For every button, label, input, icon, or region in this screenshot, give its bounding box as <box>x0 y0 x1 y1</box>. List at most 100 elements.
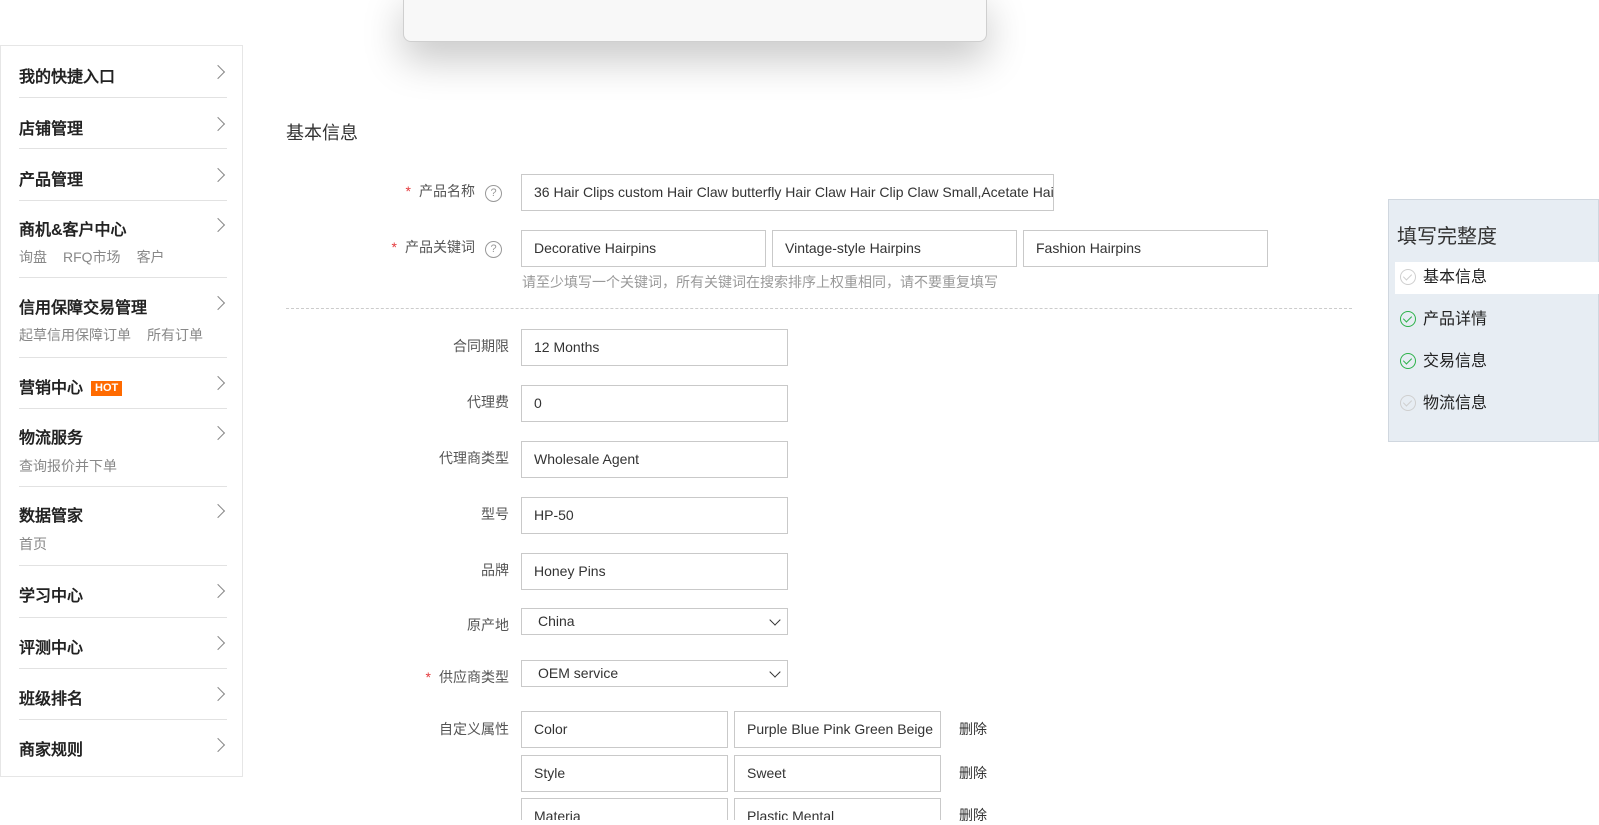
sidebar-subitems: 起草信用保障订单 所有订单 <box>19 325 219 345</box>
sidebar-item-evaluation[interactable]: 评测中心 <box>19 618 227 669</box>
sidebar-item-store[interactable]: 店铺管理 <box>19 98 227 149</box>
section-title-basic-info: 基本信息 <box>286 123 358 143</box>
sidebar-subitem-all-orders[interactable]: 所有订单 <box>147 327 203 343</box>
sidebar-item-marketing[interactable]: 营销中心 HOT <box>19 358 227 409</box>
agency-fee-input[interactable]: 0 <box>521 385 788 422</box>
chevron-right-icon <box>210 425 226 441</box>
supplier-type-select[interactable]: OEM service <box>521 660 788 687</box>
contract-term-input[interactable]: 12 Months <box>521 329 788 366</box>
check-circle-icon <box>1400 311 1416 327</box>
chevron-right-icon <box>210 217 226 233</box>
agent-type-input[interactable]: Wholesale Agent <box>521 441 788 478</box>
sidebar-subitem-rfq[interactable]: RFQ市场 <box>63 249 121 265</box>
sidebar-item-label: 信用保障交易管理 <box>19 300 148 317</box>
sidebar-item-label: 产品管理 <box>19 172 84 189</box>
product-name-label: * 产品名称? <box>406 181 502 202</box>
chevron-down-icon <box>769 666 781 678</box>
sidebar-item-trade-assurance[interactable]: 信用保障交易管理 起草信用保障订单 所有订单 <box>19 278 227 358</box>
sidebar-item-label: 商机&客户中心 <box>19 222 127 239</box>
chevron-right-icon <box>210 583 226 599</box>
sidebar-item-quick-entry[interactable]: 我的快捷入口 <box>19 46 227 98</box>
completeness-item-logistics-info[interactable]: 物流信息 <box>1395 388 1599 420</box>
custom-attributes-label: 自定义属性 <box>439 721 509 737</box>
chevron-right-icon <box>210 167 226 183</box>
sidebar-subitem-quote[interactable]: 查询报价并下单 <box>19 458 117 474</box>
sidebar-item-products[interactable]: 产品管理 <box>19 149 227 201</box>
help-icon[interactable]: ? <box>485 241 502 258</box>
sidebar-item-label: 物流服务 <box>19 430 84 447</box>
completeness-item-label: 产品详情 <box>1423 311 1488 328</box>
agent-type-label: 代理商类型 <box>439 450 509 466</box>
supplier-type-label: * 供应商类型 <box>426 667 509 687</box>
keyword-input-2[interactable]: Vintage-style Hairpins <box>772 230 1017 267</box>
modal-dialog-edge <box>403 0 987 42</box>
chevron-right-icon <box>210 375 226 391</box>
custom-attr-value-input[interactable]: Plastic Mental <box>734 798 941 820</box>
sidebar-item-label: 评测中心 <box>19 640 84 657</box>
product-name-label-text: 产品名称 <box>419 183 475 199</box>
keywords-hint: 请至少填写一个关键词，所有关键词在搜索排序上权重相同，请不要重复填写 <box>522 274 998 290</box>
origin-select[interactable]: China <box>521 608 788 635</box>
supplier-type-label-text: 供应商类型 <box>439 669 509 685</box>
custom-attr-name-input[interactable]: Materia <box>521 798 728 820</box>
sidebar-subitem-inquiry[interactable]: 询盘 <box>19 249 47 265</box>
sidebar-subitems: 查询报价并下单 <box>19 456 133 476</box>
sidebar-item-rules[interactable]: 商家规则 <box>19 720 227 772</box>
sidebar-item-label: 营销中心 HOT <box>19 374 123 398</box>
model-input[interactable]: HP-50 <box>521 497 788 534</box>
sidebar-subitem-draft-order[interactable]: 起草信用保障订单 <box>19 327 131 343</box>
custom-attr-name-input[interactable]: Style <box>521 755 728 792</box>
sidebar-nav: 我的快捷入口 店铺管理 产品管理 商机&客户中心 询盘 RFQ市场 客户 信用保障交… <box>0 45 243 777</box>
required-marker: * <box>425 669 431 685</box>
chevron-right-icon <box>210 635 226 651</box>
sidebar-item-label-text: 营销中心 <box>19 380 84 397</box>
custom-attr-value-input[interactable]: Sweet <box>734 755 941 792</box>
sidebar-subitem-customers[interactable]: 客户 <box>137 249 165 265</box>
custom-attr-name-input[interactable]: Color <box>521 711 728 748</box>
brand-input[interactable]: Honey Pins <box>521 553 788 590</box>
completeness-item-basic-info[interactable]: 基本信息 <box>1395 262 1599 294</box>
section-divider <box>286 308 1352 309</box>
supplier-type-select-value: OEM service <box>538 665 619 681</box>
completeness-item-product-details[interactable]: 产品详情 <box>1395 304 1599 336</box>
sidebar-subitem-home[interactable]: 首页 <box>19 536 47 552</box>
keyword-input-1[interactable]: Decorative Hairpins <box>521 230 766 267</box>
sidebar-item-learning[interactable]: 学习中心 <box>19 566 227 618</box>
sidebar-item-label: 店铺管理 <box>19 121 84 138</box>
chevron-right-icon <box>210 116 226 132</box>
keyword-input-3[interactable]: Fashion Hairpins <box>1023 230 1268 267</box>
chevron-right-icon <box>210 686 226 702</box>
origin-label: 原产地 <box>467 617 509 633</box>
completeness-item-label: 交易信息 <box>1423 353 1488 370</box>
sidebar-item-class-ranking[interactable]: 班级排名 <box>19 669 227 720</box>
chevron-down-icon <box>769 614 781 626</box>
delete-attr-button[interactable]: 删除 <box>959 763 987 783</box>
sidebar-item-opportunities[interactable]: 商机&客户中心 询盘 RFQ市场 客户 <box>19 201 227 278</box>
completeness-item-trade-info[interactable]: 交易信息 <box>1395 346 1599 378</box>
product-keywords-label: * 产品关键词? <box>392 237 502 258</box>
chevron-right-icon <box>210 64 226 80</box>
sidebar-subitems: 首页 <box>19 534 63 554</box>
agency-fee-label: 代理费 <box>467 394 509 410</box>
check-circle-icon <box>1400 269 1416 285</box>
completeness-item-label: 基本信息 <box>1423 269 1488 286</box>
sidebar-item-data[interactable]: 数据管家 首页 <box>19 487 227 566</box>
product-name-input[interactable]: 36 Hair Clips custom Hair Claw butterfly… <box>521 174 1054 211</box>
sidebar-item-label: 学习中心 <box>19 588 84 605</box>
brand-label: 品牌 <box>481 562 509 578</box>
sidebar-item-logistics[interactable]: 物流服务 查询报价并下单 <box>19 409 227 487</box>
check-circle-icon <box>1400 395 1416 411</box>
help-icon[interactable]: ? <box>485 185 502 202</box>
delete-attr-button[interactable]: 删除 <box>959 805 987 825</box>
origin-select-value: China <box>538 613 575 629</box>
completeness-panel: 填写完整度 基本信息 产品详情 交易信息 物流信息 <box>1388 199 1599 442</box>
custom-attr-value-input[interactable]: Purple Blue Pink Green Beige <box>734 711 941 748</box>
model-label: 型号 <box>481 506 509 522</box>
completeness-item-label: 物流信息 <box>1423 395 1488 412</box>
check-circle-icon <box>1400 353 1416 369</box>
required-marker: * <box>391 239 397 255</box>
chevron-right-icon <box>210 295 226 311</box>
sidebar-subitems: 询盘 RFQ市场 客户 <box>19 247 181 267</box>
delete-attr-button[interactable]: 删除 <box>959 719 987 739</box>
required-marker: * <box>405 183 411 199</box>
